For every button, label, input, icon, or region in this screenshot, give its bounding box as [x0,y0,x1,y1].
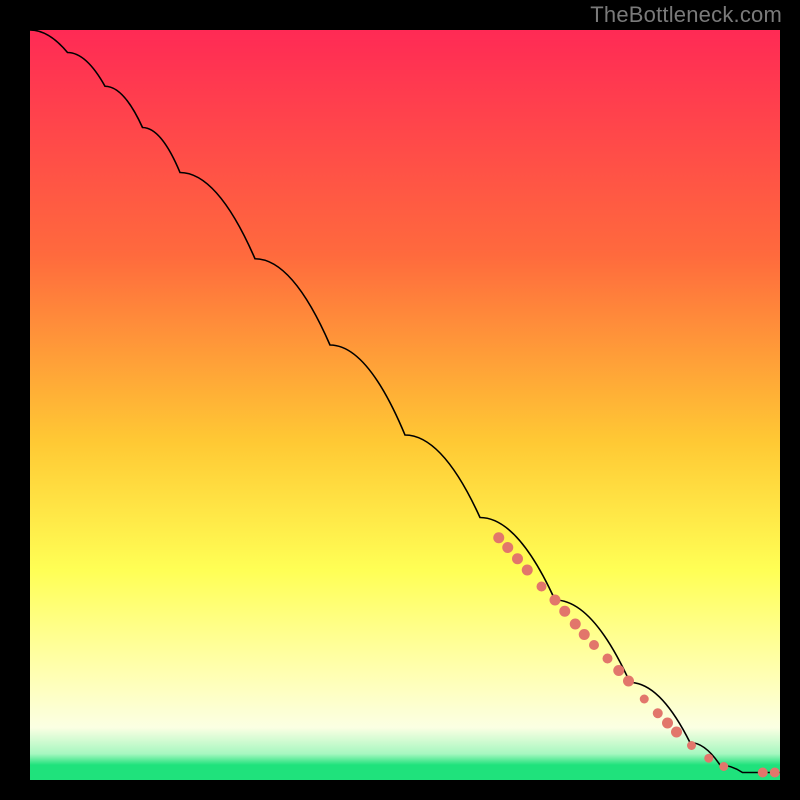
data-marker [687,741,696,750]
bottleneck-chart [30,30,780,780]
data-marker [522,565,533,576]
data-marker [502,542,513,553]
data-marker [559,606,570,617]
gradient-background [30,30,780,780]
data-marker [653,708,663,718]
watermark-text: TheBottleneck.com [590,2,782,28]
data-marker [671,727,682,738]
chart-frame: { "watermark": "TheBottleneck.com", "col… [0,0,800,800]
data-marker [537,582,547,592]
data-marker [758,768,768,778]
data-marker [579,629,590,640]
data-marker [770,768,780,778]
data-marker [603,654,613,664]
data-marker [613,665,624,676]
data-marker [493,532,504,543]
data-marker [719,762,728,771]
data-marker [589,640,599,650]
data-marker [662,718,673,729]
data-marker [512,553,523,564]
data-marker [640,695,649,704]
data-marker [570,619,581,630]
data-marker [704,754,713,763]
data-marker [623,676,634,687]
data-marker [550,595,561,606]
